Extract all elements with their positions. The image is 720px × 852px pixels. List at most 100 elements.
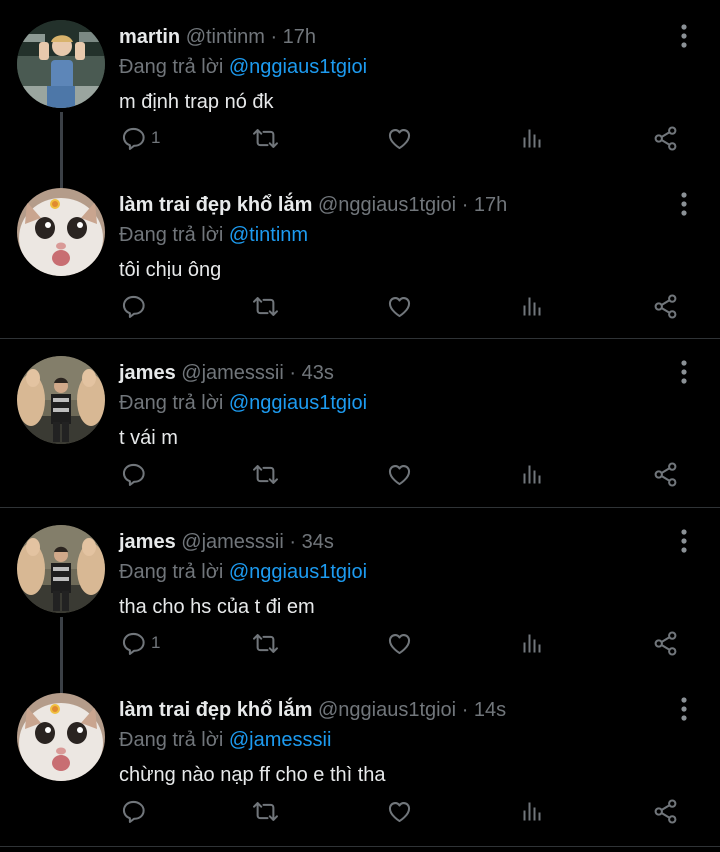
reply-button[interactable]: 1 (120, 122, 160, 154)
tweet[interactable]: james @jamesssii · 43s Đang trả lời @ngg… (0, 336, 720, 504)
tweet-header: james @jamesssii · 43s (119, 360, 334, 386)
avatar-image (17, 356, 105, 444)
tweet-header: làm trai đẹp khổ lắm @nggiaus1tgioi · 14… (119, 697, 506, 723)
handle[interactable]: @jamesssii (181, 531, 284, 553)
timestamp[interactable]: · 34s (289, 531, 333, 553)
comment-icon (120, 125, 147, 152)
avatar[interactable] (17, 188, 105, 276)
tweet[interactable]: làm trai đẹp khổ lắm @nggiaus1tgioi · 14… (0, 673, 720, 841)
avatar[interactable] (17, 20, 105, 108)
display-name[interactable]: james (119, 362, 176, 384)
tweet-text: tha cho hs của t đi em (119, 596, 315, 618)
heart-icon (386, 630, 413, 657)
reply-button[interactable]: 1 (120, 627, 160, 659)
share-button[interactable] (652, 290, 679, 322)
more-options-button[interactable] (674, 22, 694, 50)
display-name[interactable]: làm trai đẹp khổ lắm (119, 194, 312, 216)
display-name[interactable]: làm trai đẹp khổ lắm (119, 699, 312, 721)
tweet[interactable]: làm trai đẹp khổ lắm @nggiaus1tgioi · 17… (0, 168, 720, 336)
more-options-button[interactable] (674, 358, 694, 386)
tweet[interactable]: martin @tintinm · 17h Đang trả lời @nggi… (0, 0, 720, 168)
like-button[interactable] (386, 627, 413, 659)
analytics-icon (520, 461, 544, 488)
timestamp[interactable]: · 14s (462, 699, 506, 721)
views-button[interactable] (520, 458, 544, 490)
more-vertical-icon (674, 695, 694, 723)
heart-icon (386, 461, 413, 488)
timestamp[interactable]: · 17h (270, 26, 316, 48)
tweet-actions (0, 458, 720, 490)
more-vertical-icon (674, 358, 694, 386)
heart-icon (386, 293, 413, 320)
replying-to: Đang trả lời @nggiaus1tgioi (119, 54, 367, 80)
handle[interactable]: @tintinm (186, 26, 265, 48)
replying-to: Đang trả lời @nggiaus1tgioi (119, 559, 367, 585)
timestamp[interactable]: · 17h (462, 194, 508, 216)
reply-count: 1 (151, 128, 161, 147)
retweet-button[interactable] (251, 122, 280, 154)
heart-icon (386, 798, 413, 825)
mention-link[interactable]: @nggiaus1tgioi (229, 561, 367, 583)
tweet-actions: 1 (0, 122, 720, 154)
replying-to-label: Đang trả lời (119, 56, 224, 78)
reply-thread-feed: martin @tintinm · 17h Đang trả lời @nggi… (0, 0, 720, 852)
mention-link[interactable]: @nggiaus1tgioi (229, 56, 367, 78)
comment-icon (120, 798, 147, 825)
avatar-image (17, 525, 105, 613)
reply-button[interactable] (120, 795, 151, 827)
handle[interactable]: @nggiaus1tgioi (318, 194, 456, 216)
reply-button[interactable] (120, 290, 151, 322)
share-button[interactable] (652, 795, 679, 827)
analytics-icon (520, 630, 544, 657)
comment-icon (120, 293, 147, 320)
tweet-header: làm trai đẹp khổ lắm @nggiaus1tgioi · 17… (119, 192, 507, 218)
timestamp[interactable]: · 43s (289, 362, 333, 384)
share-button[interactable] (652, 122, 679, 154)
avatar-image (17, 188, 105, 276)
like-button[interactable] (386, 290, 413, 322)
more-vertical-icon (674, 190, 694, 218)
share-button[interactable] (652, 627, 679, 659)
display-name[interactable]: james (119, 531, 176, 553)
more-options-button[interactable] (674, 527, 694, 555)
mention-link[interactable]: @nggiaus1tgioi (229, 392, 367, 414)
more-options-button[interactable] (674, 190, 694, 218)
reply-button[interactable] (120, 458, 151, 490)
retweet-button[interactable] (251, 290, 280, 322)
like-button[interactable] (386, 458, 413, 490)
retweet-icon (251, 461, 280, 488)
share-icon (652, 630, 679, 657)
tweet-text: chừng nào nạp ff cho e thì tha (119, 764, 386, 786)
mention-link[interactable]: @tintinm (229, 224, 308, 246)
like-button[interactable] (386, 122, 413, 154)
like-button[interactable] (386, 795, 413, 827)
handle[interactable]: @nggiaus1tgioi (318, 699, 456, 721)
replying-to-label: Đang trả lời (119, 729, 224, 751)
replying-to-label: Đang trả lời (119, 392, 224, 414)
comment-icon (120, 461, 147, 488)
tweet-text: t vái m (119, 427, 178, 449)
display-name[interactable]: martin (119, 26, 180, 48)
retweet-button[interactable] (251, 795, 280, 827)
more-vertical-icon (674, 22, 694, 50)
retweet-button[interactable] (251, 627, 280, 659)
replying-to: Đang trả lời @tintinm (119, 222, 308, 248)
avatar-image (17, 693, 105, 781)
heart-icon (386, 125, 413, 152)
share-button[interactable] (652, 458, 679, 490)
views-button[interactable] (520, 122, 544, 154)
views-button[interactable] (520, 627, 544, 659)
tweet[interactable]: james @jamesssii · 34s Đang trả lời @ngg… (0, 505, 720, 673)
avatar[interactable] (17, 356, 105, 444)
views-button[interactable] (520, 290, 544, 322)
tweet-header: martin @tintinm · 17h (119, 24, 316, 50)
more-options-button[interactable] (674, 695, 694, 723)
mention-link[interactable]: @jamesssii (229, 729, 332, 751)
retweet-button[interactable] (251, 458, 280, 490)
avatar[interactable] (17, 525, 105, 613)
replying-to: Đang trả lời @nggiaus1tgioi (119, 390, 367, 416)
analytics-icon (520, 293, 544, 320)
views-button[interactable] (520, 795, 544, 827)
handle[interactable]: @jamesssii (181, 362, 284, 384)
avatar[interactable] (17, 693, 105, 781)
